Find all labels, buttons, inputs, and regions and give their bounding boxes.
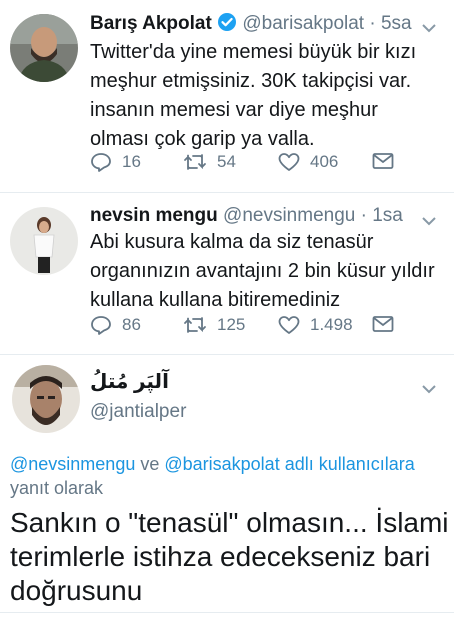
author-handle[interactable]: @barisakpolat [242, 13, 364, 34]
like-count: 1.498 [310, 315, 353, 334]
author-name[interactable]: آلپَر مُتلُ [90, 369, 169, 394]
tweet-text: Twitter'da yine memesi büyük bir kızı me… [90, 41, 417, 150]
mention-link[interactable]: @barisakpolat [164, 454, 279, 474]
separator: · [360, 205, 367, 226]
tweet-header: nevsin mengu @nevsinmengu · 1sa [90, 205, 403, 227]
reply-joiner: ve [135, 454, 165, 474]
reply-count: 86 [122, 315, 141, 334]
like-icon [278, 152, 300, 172]
author-handle[interactable]: @nevsinmengu [223, 205, 355, 226]
like-icon [278, 315, 300, 335]
message-icon [372, 152, 394, 170]
tweet-barisakpolat[interactable]: Barış Akpolat @barisakpolat · 5sa Twitte… [0, 0, 454, 192]
like-button[interactable]: 406 [278, 152, 338, 172]
separator: · [369, 13, 376, 34]
retweet-count: 54 [217, 152, 236, 171]
chevron-down-icon[interactable] [422, 20, 436, 33]
reply-icon [90, 315, 112, 335]
verified-icon [217, 12, 237, 38]
avatar[interactable] [10, 207, 78, 275]
author-name[interactable]: nevsin mengu [90, 205, 218, 226]
tweet-actions: 86 125 1.498 [90, 315, 410, 339]
tweet-text: Abi kusura kalma da siz tenasür organını… [90, 231, 435, 311]
message-button[interactable] [372, 152, 394, 170]
tweet-nevsinmengu[interactable]: nevsin mengu @nevsinmengu · 1sa Abi kusu… [0, 193, 454, 353]
reply-suffix[interactable]: adlı kullanıcılara [280, 454, 415, 474]
reply-context-line2: yanıt olarak [10, 478, 104, 498]
like-count: 406 [310, 152, 339, 171]
author-name[interactable]: Barış Akpolat [90, 13, 212, 34]
chevron-down-icon[interactable] [422, 213, 436, 226]
focused-tweet-text: Sankın o "tenasül" olmasın... İslami ter… [10, 507, 449, 606]
reply-button[interactable]: 16 [90, 152, 141, 172]
tweet-header: Barış Akpolat @barisakpolat · 5sa [90, 12, 412, 38]
divider [0, 612, 454, 613]
timestamp[interactable]: 5sa [381, 13, 412, 34]
message-button[interactable] [372, 315, 394, 333]
retweet-count: 125 [217, 315, 246, 334]
retweet-icon [183, 315, 207, 335]
avatar[interactable] [10, 14, 78, 82]
retweet-button[interactable]: 54 [183, 152, 236, 172]
reply-icon [90, 152, 112, 172]
message-icon [372, 315, 394, 333]
avatar[interactable] [12, 365, 80, 433]
reply-count: 16 [122, 152, 141, 171]
like-button[interactable]: 1.498 [278, 315, 353, 335]
timestamp[interactable]: 1sa [372, 205, 403, 226]
mention-link[interactable]: @nevsinmengu [10, 454, 135, 474]
reply-context: @nevsinmengu ve @barisakpolat adlı kulla… [10, 452, 450, 500]
chevron-down-icon[interactable] [422, 381, 436, 394]
retweet-icon [183, 152, 207, 172]
retweet-button[interactable]: 125 [183, 315, 245, 335]
author-handle[interactable]: @jantialper [90, 401, 186, 423]
reply-button[interactable]: 86 [90, 315, 141, 335]
tweet-actions: 16 54 406 [90, 152, 410, 176]
